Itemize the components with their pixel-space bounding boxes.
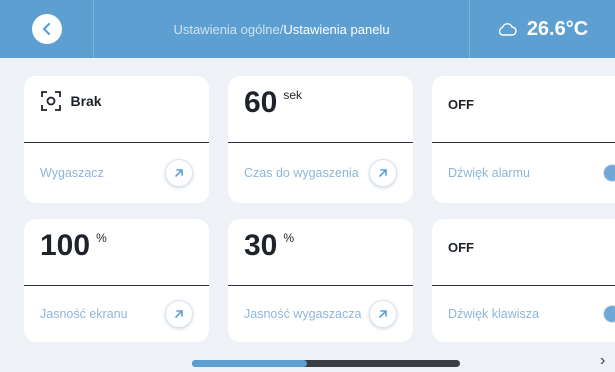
alarm-sound-toggle[interactable] [603,164,615,182]
alarm-sound-label: Dźwięk alarmu [448,166,530,180]
tile-screensaver-time: 60 sek Czas do wygaszenia [228,76,413,203]
key-sound-label: Dźwięk klawisza [448,307,539,321]
arrow-up-right-icon [175,310,183,318]
screensaver-brightness-unit: % [283,231,295,245]
tile-alarm-sound: OFF Dźwięk alarmu [432,76,615,203]
screen-brightness-value: 100 [40,229,91,262]
screen-brightness-edit-button[interactable] [165,300,193,328]
screensaver-value: Brak [70,93,102,109]
screensaver-brightness-edit-button[interactable] [369,300,397,328]
tile-screensaver-brightness: 30% Jasność wygaszacza [228,219,413,342]
arrow-up-right-icon [379,310,387,318]
focus-frame-icon [41,91,61,111]
breadcrumb-parent[interactable]: Ustawienia ogólne [173,22,279,37]
weather-widget: 26.6°C [470,0,615,58]
toggle-knob [604,306,615,322]
screensaver-brightness-label: Jasność wygaszacza [244,307,362,321]
key-sound-value: OFF [448,240,474,256]
back-button-area [0,0,94,58]
tile-key-sound: OFF Dźwięk klawisza [432,219,615,342]
screensaver-time-edit-button[interactable] [369,159,397,187]
screensaver-time-value: 60 [244,86,278,119]
breadcrumb: Ustawienia ogólne / Ustawienia panelu [94,0,470,58]
temperature-value: 26.6°C [526,17,589,40]
key-sound-toggle[interactable] [603,305,615,323]
chevron-right-icon[interactable]: › [600,352,605,370]
header-bar: Ustawienia ogólne / Ustawienia panelu 26.6… [0,0,615,58]
arrow-up-right-icon [175,169,183,177]
chevron-left-icon [42,22,50,36]
breadcrumb-current: Ustawienia panelu [283,21,390,37]
arrow-up-right-icon [379,169,387,177]
screensaver-label: Wygaszacz [40,166,104,180]
screensaver-time-label: Czas do wygaszenia [244,166,359,180]
screensaver-brightness-value: 30 [244,229,278,262]
alarm-sound-value: OFF [448,97,474,113]
tile-screensaver: Brak Wygaszacz [24,76,209,203]
screensaver-edit-button[interactable] [165,159,193,187]
screen-brightness-unit: % [96,231,107,245]
page-scrollbar[interactable] [192,360,460,367]
screensaver-time-unit: sek [283,88,303,102]
screen-brightness-label: Jasność ekranu [40,307,128,321]
cloud-icon [498,23,517,36]
tile-screen-brightness: 100% Jasność ekranu [24,219,209,342]
scrollbar-thumb[interactable] [192,360,308,367]
back-button[interactable] [31,14,62,44]
toggle-knob [604,165,615,181]
